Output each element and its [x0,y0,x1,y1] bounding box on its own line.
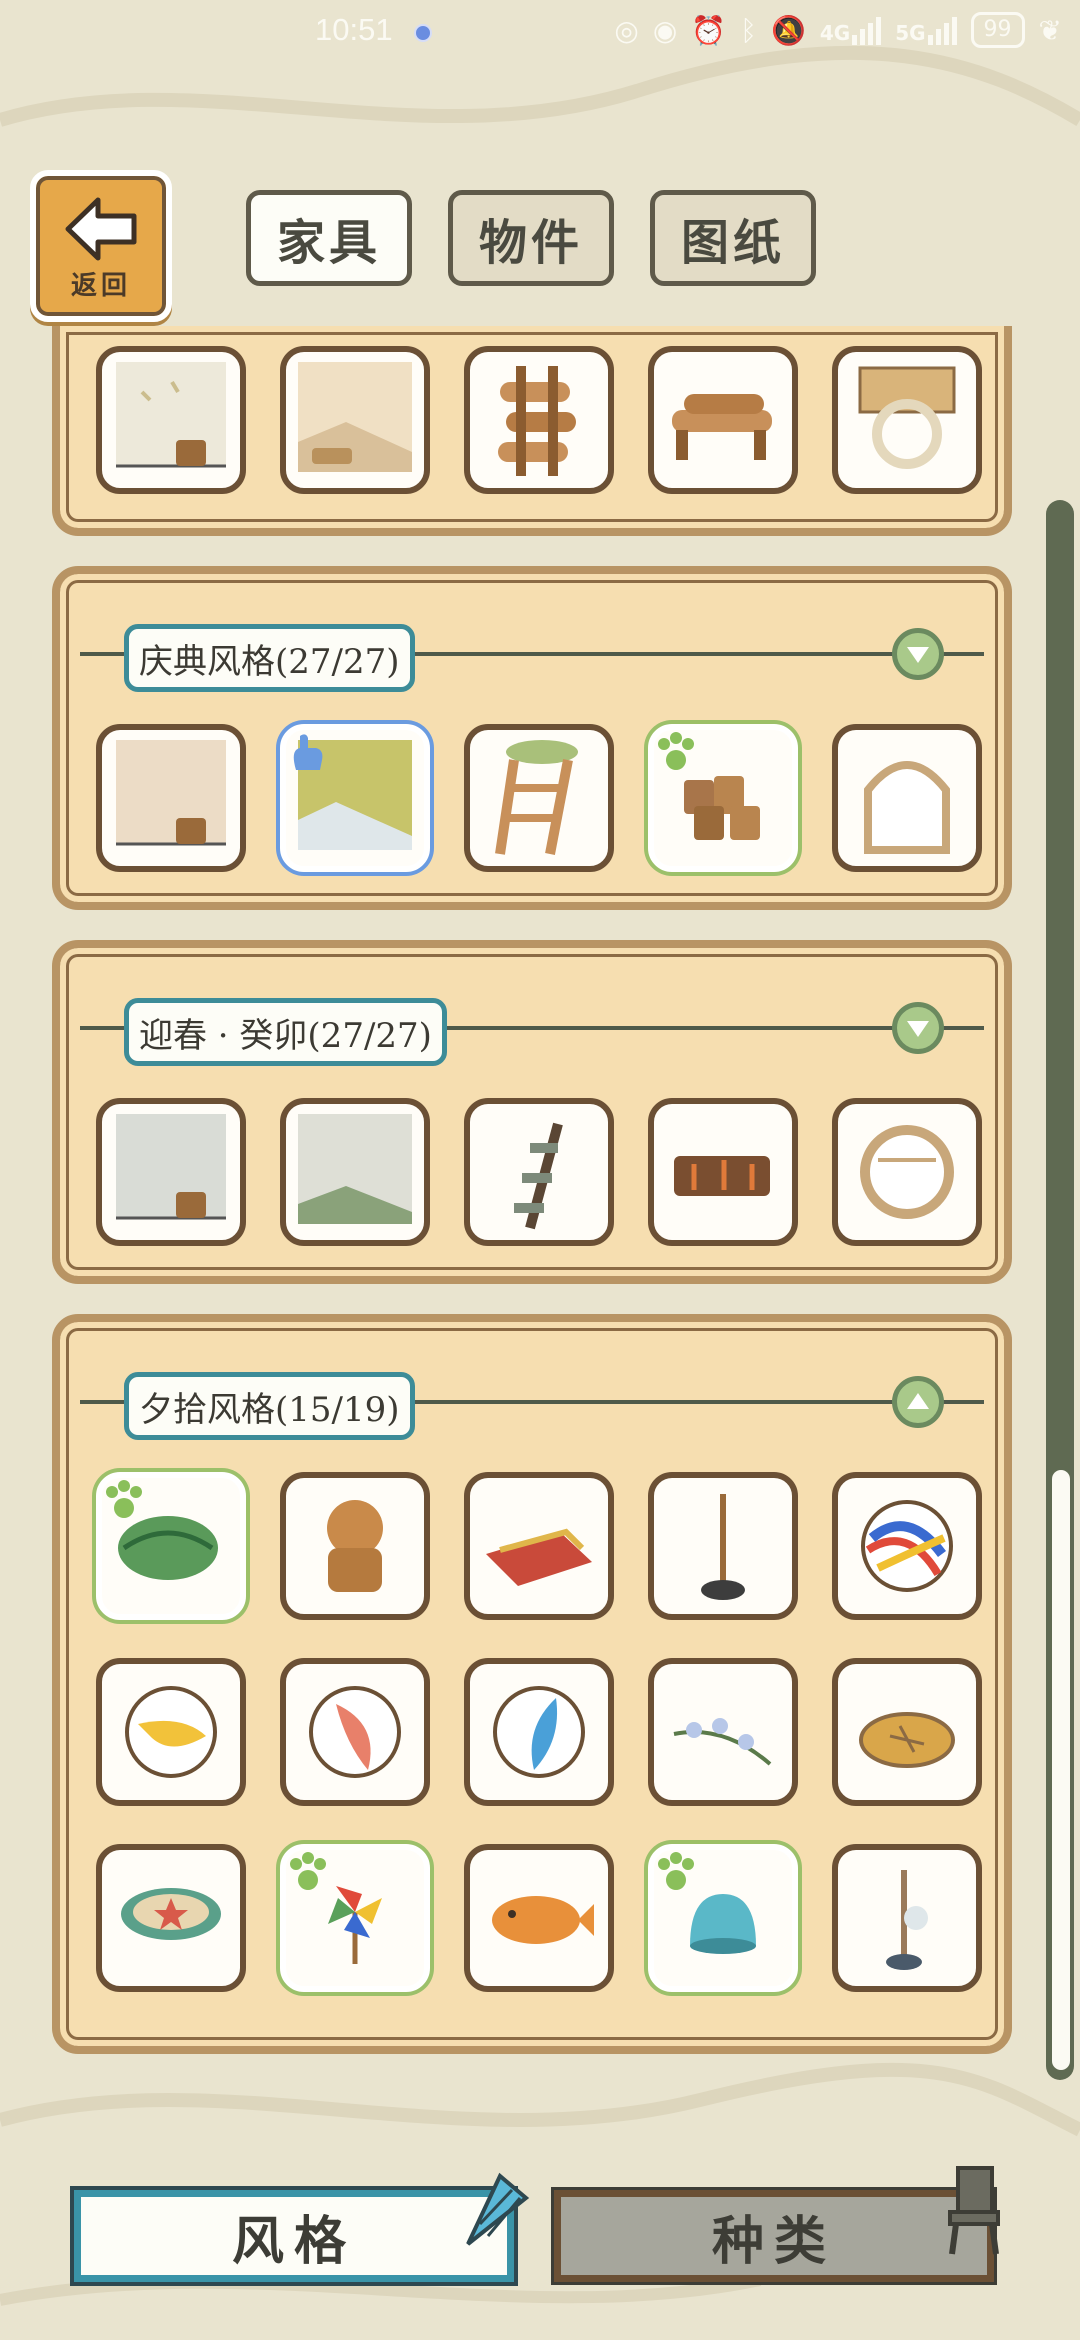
item-pole-stand[interactable] [648,1472,798,1620]
item-row [96,346,982,494]
shell-icon [466,2172,530,2246]
collapse-toggle[interactable] [892,1002,944,1054]
section-title[interactable]: 夕拾风格(15/19) [124,1372,415,1440]
item-watermelon-turtle[interactable] [96,1472,246,1620]
item-barrel-stack[interactable] [648,724,798,872]
back-button[interactable]: 返回 [30,170,172,322]
chair-icon [948,2166,1000,2255]
tab-furniture[interactable]: 家具 [246,190,412,286]
signal-bars-icon [852,15,882,45]
item-marble-pink[interactable] [280,1658,430,1806]
item-branch-stand[interactable] [832,1844,982,1992]
battery-indicator: 99 [970,12,1025,48]
chevron-down-icon [907,1021,929,1037]
scrollbar-thumb[interactable] [1052,1470,1070,2070]
category-filter-button[interactable]: 种类 [554,2190,994,2282]
item-stone-ladder[interactable] [464,1098,614,1246]
item-wood-ladder[interactable] [464,724,614,872]
item-pinwheel[interactable] [280,1844,430,1992]
back-arrow-icon [65,197,137,261]
style-filter-button[interactable]: 风格 [74,2190,514,2282]
item-marble-yellow[interactable] [96,1658,246,1806]
item-marble-blue[interactable] [464,1658,614,1806]
section-title[interactable]: 庆典风格(27/27) [124,624,415,692]
item-wall[interactable] [96,346,246,494]
chevron-up-icon [907,1393,929,1409]
item-wooden-plate[interactable] [832,1658,982,1806]
nfc-icon: ◎ [614,13,639,47]
item-row [96,1472,982,1620]
item-marble-colorful[interactable] [832,1472,982,1620]
item-fish-cake[interactable] [464,1844,614,1992]
item-log-ladder[interactable] [464,346,614,494]
collapse-toggle[interactable] [892,628,944,680]
item-wood-window[interactable] [832,346,982,494]
item-row [96,724,982,872]
style-section-partial [52,326,1012,536]
style-section-celebration: 庆典风格(27/27) [52,566,1012,910]
section-title[interactable]: 迎春 · 癸卯(27/27) [124,998,447,1066]
frog-paw-icon [658,732,694,770]
status-time: 10:51 [315,12,393,47]
bluetooth-icon: ᛒ [740,13,757,47]
frog-paw-icon [106,1480,142,1518]
tab-objects[interactable]: 物件 [448,190,614,286]
frog-paw-icon [658,1852,694,1890]
item-round-window[interactable] [832,1098,982,1246]
notification-dot [414,24,432,42]
chevron-down-icon [907,647,929,663]
signal-4g: 4G [819,15,882,45]
tab-blueprints[interactable]: 图纸 [650,190,816,286]
item-wall[interactable] [96,1098,246,1246]
item-jelly[interactable] [648,1844,798,1992]
item-floor[interactable] [280,346,430,494]
eye-icon: ◉ [652,13,678,47]
item-frog-statue[interactable] [280,1472,430,1620]
item-star-table[interactable] [96,1844,246,1992]
item-floor-selected[interactable] [280,724,430,872]
signal-5g: 5G [895,15,957,45]
item-row [96,1658,982,1806]
style-section-spring: 迎春 · 癸卯(27/27) [52,940,1012,1284]
alarm-icon: ⏰ [691,13,727,47]
status-bar: 10:51 ◎ ◉ ⏰ ᛒ 🔕 4G 5G 99 ❦ [0,0,1080,66]
item-wall[interactable] [96,724,246,872]
frog-paw-icon [290,1852,326,1890]
item-brazier[interactable] [648,1098,798,1246]
signal-bars-icon [927,15,957,45]
style-section-retro: 夕拾风格(15/19) [52,1314,1012,2054]
item-floor[interactable] [280,1098,430,1246]
hand-pointer-icon [293,734,323,770]
status-icons: ◎ ◉ ⏰ ᛒ 🔕 4G 5G 99 ❦ [614,12,1062,48]
network-4g-label: 4G [819,21,851,45]
item-row [96,1098,982,1246]
collapse-toggle[interactable] [892,1376,944,1428]
item-row [96,1844,982,1992]
item-flower-branch[interactable] [648,1658,798,1806]
network-5g-label: 5G [895,21,926,45]
item-rug[interactable] [464,1472,614,1620]
item-arched-window[interactable] [832,724,982,872]
item-log-bench[interactable] [648,346,798,494]
back-label: 返回 [70,271,131,301]
leaf-icon: ❦ [1038,13,1062,47]
mute-icon: 🔕 [770,13,806,47]
